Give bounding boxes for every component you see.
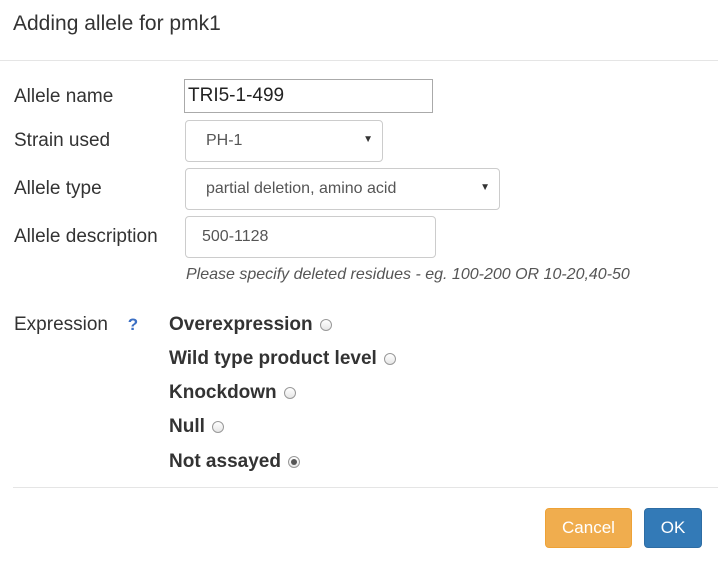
modal-header: Adding allele for pmk1 xyxy=(0,0,718,61)
radio-button[interactable] xyxy=(383,353,396,365)
strain-label: Strain used xyxy=(14,130,111,151)
radio-knockdown[interactable]: Knockdown xyxy=(169,381,296,405)
expression-label: Expression xyxy=(14,314,108,335)
radio-button[interactable] xyxy=(287,456,300,468)
radio-label: Knockdown xyxy=(169,382,277,403)
radio-button[interactable] xyxy=(211,421,224,433)
radio-button[interactable] xyxy=(283,387,296,399)
radio-overexpression[interactable]: Overexpression xyxy=(169,313,332,337)
dialog-title: Adding allele for pmk1 xyxy=(13,12,221,35)
chevron-down-icon: ▼ xyxy=(480,182,490,193)
allele-description-value: 500-1128 xyxy=(202,228,269,245)
radio-label: Wild type product level xyxy=(169,348,377,369)
strain-select[interactable]: PH-1 ▼ xyxy=(185,120,383,162)
allele-description-help: Please specify deleted residues - eg. 10… xyxy=(186,266,630,283)
allele-type-select-value: partial deletion, amino acid xyxy=(206,180,397,197)
strain-select-value: PH-1 xyxy=(206,132,243,149)
footer-divider xyxy=(13,487,718,488)
allele-type-label: Allele type xyxy=(14,178,102,199)
radio-wild-type-product-level[interactable]: Wild type product level xyxy=(169,347,396,371)
allele-type-select[interactable]: partial deletion, amino acid ▼ xyxy=(185,168,500,210)
radio-label: Overexpression xyxy=(169,314,313,335)
allele-name-label: Allele name xyxy=(14,86,114,107)
allele-name-input[interactable]: TRI5-1-499 xyxy=(184,79,433,113)
chevron-down-icon: ▼ xyxy=(363,134,373,145)
cancel-button[interactable]: Cancel xyxy=(545,508,632,548)
ok-button[interactable]: OK xyxy=(644,508,702,548)
radio-button[interactable] xyxy=(319,319,332,331)
allele-description-label: Allele description xyxy=(14,226,158,247)
allele-description-input[interactable]: 500-1128 xyxy=(185,216,436,258)
radio-null[interactable]: Null xyxy=(169,415,224,439)
radio-not-assayed[interactable]: Not assayed xyxy=(169,450,300,474)
radio-label: Not assayed xyxy=(169,451,281,472)
help-icon[interactable]: ? xyxy=(124,316,142,334)
radio-label: Null xyxy=(169,416,205,437)
